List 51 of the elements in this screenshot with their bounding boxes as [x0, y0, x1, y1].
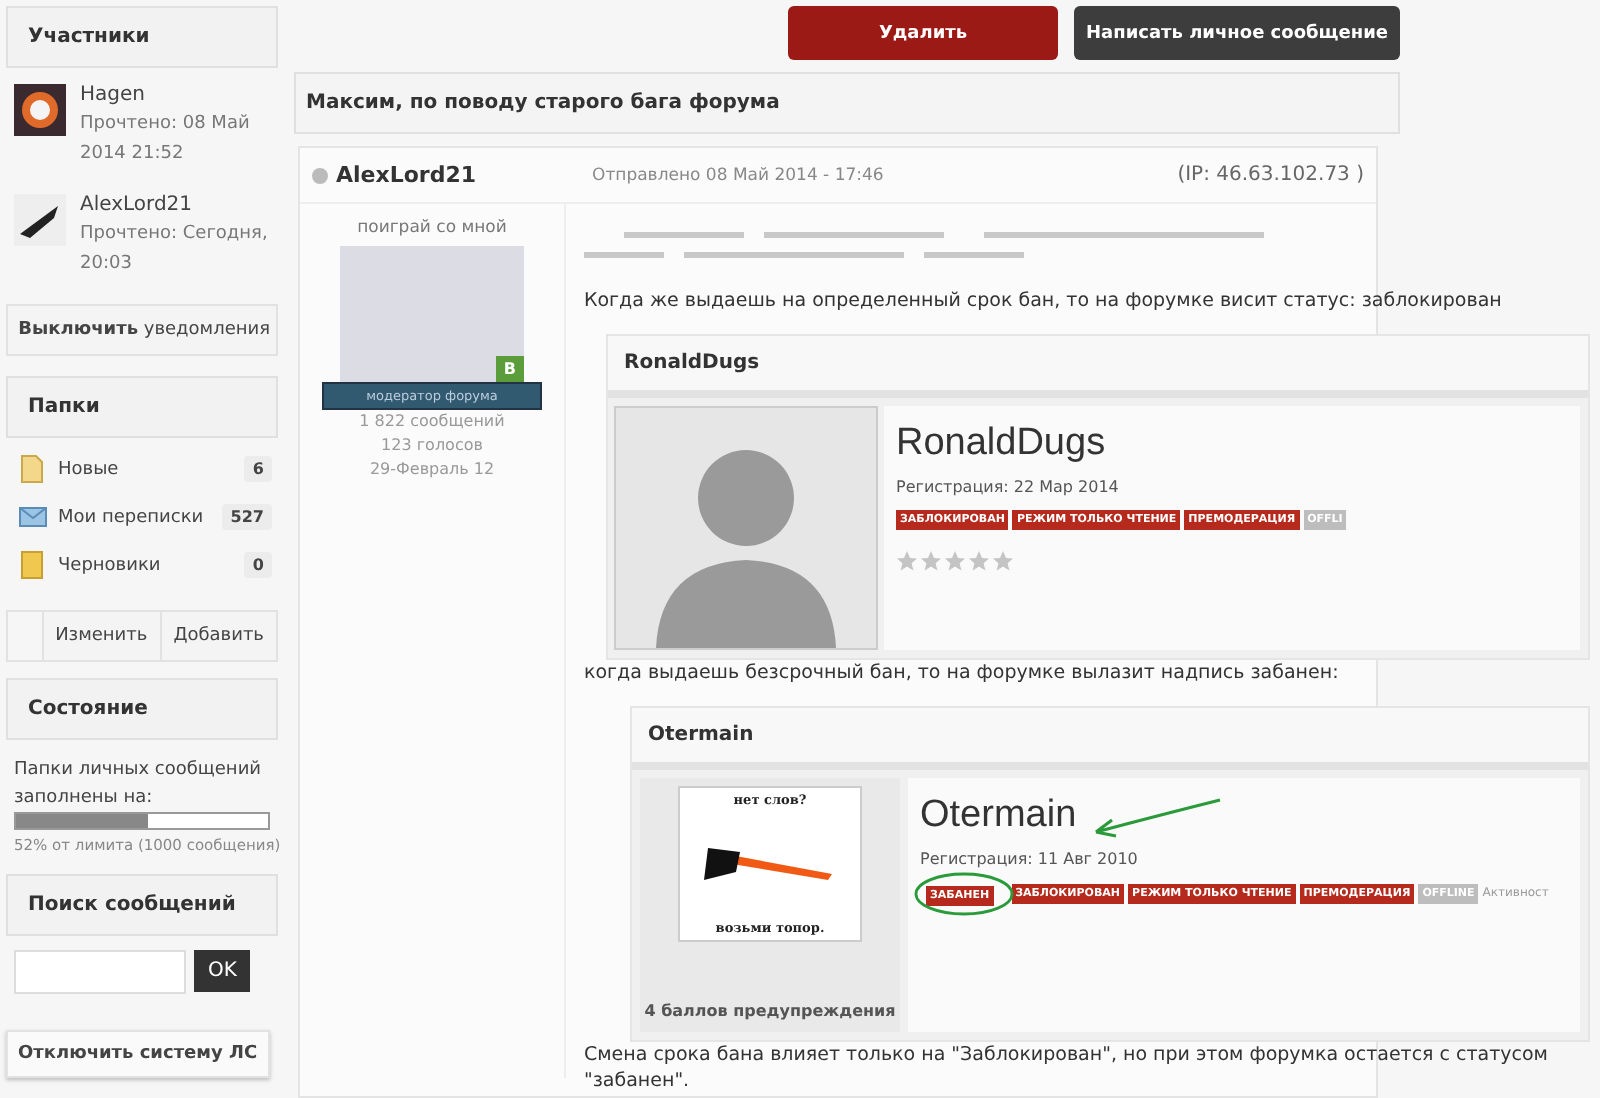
star-icon	[968, 550, 990, 572]
star-icon	[896, 550, 918, 572]
folder-link[interactable]: Мои переписки	[58, 507, 213, 527]
count-badge: 6	[244, 456, 272, 482]
group-badge: B	[495, 356, 524, 382]
section-header: Поиск сообщений	[6, 874, 278, 936]
registration-date: Регистрация: 22 Мар 2014	[896, 478, 1121, 496]
action-button[interactable]: Написать личное сообщение	[1074, 6, 1400, 60]
paragraph: когда выдаешь безсрочный бан, то на форумке вылазит надпись забанен:	[584, 660, 1341, 686]
folder-icon	[18, 454, 48, 484]
notifications-button[interactable]: Выключить уведомления	[6, 304, 278, 356]
envelope-icon	[18, 502, 48, 532]
folder-link[interactable]: Новые	[58, 459, 235, 479]
count-badge: 527	[222, 504, 272, 530]
author-name: AlexLord21	[336, 162, 479, 188]
avatar-image	[14, 194, 66, 246]
user-stat: 123 голосов	[381, 434, 483, 458]
paragraph: Когда же выдаешь на определенный срок бан, то на форумке висит статус: заблокирован	[584, 288, 1504, 314]
read-time: Прочтено: Сегодня, 20:03	[80, 222, 270, 278]
avatar-image	[14, 84, 66, 136]
read-time: Прочтено: 08 Май 2014 21:52	[80, 112, 252, 168]
search-field[interactable]	[14, 950, 186, 994]
folder-link[interactable]: Черновики	[58, 555, 235, 575]
profile-name: Otermain	[920, 794, 1077, 838]
sent-date: Отправлено 08 Май 2014 - 17:46	[592, 165, 886, 185]
warning-points: 4 баллов предупреждения	[644, 1002, 896, 1024]
topic-title: Максим, по поводу старого бага форума	[294, 72, 1400, 134]
disable-button[interactable]: Отключить систему ЛС	[6, 1030, 270, 1078]
folder-icon	[18, 550, 48, 580]
user-title: поиграй со мной	[357, 218, 507, 238]
user-stat: 29-Февраль 12	[369, 458, 495, 482]
star-icon	[992, 550, 1014, 572]
section-header: Состояние	[6, 678, 278, 740]
registration-date: Регистрация: 11 Авг 2010	[920, 850, 1140, 868]
section-header: Участники	[6, 6, 278, 68]
search-button[interactable]: OK	[194, 950, 251, 992]
section-header: Папки	[6, 376, 278, 438]
star-icon	[944, 550, 966, 572]
user-stat: 1 822 сообщений	[359, 410, 505, 434]
hand-drawn-circle-drawing	[914, 872, 1014, 916]
action-button[interactable]: Удалить	[788, 6, 1058, 60]
paragraph: Смена срока бана влияет только на "Заблокирован", но при этом форумка остается с статусом "забанен".	[584, 1042, 1550, 1094]
ip-address: (IP: 46.63.102.73 )	[1177, 164, 1364, 186]
status-text: Папки личных сообщений заполнены на:	[12, 758, 264, 812]
screenshot-header: Otermain	[632, 708, 1588, 770]
screenshot-header: RonaldDugs	[608, 336, 1588, 398]
count-badge: 0	[244, 552, 272, 578]
participant-link[interactable]: Hagen	[80, 84, 270, 106]
profile-name: RonaldDugs	[896, 422, 1106, 466]
participant-link[interactable]: AlexLord21	[80, 194, 270, 216]
star-icon	[920, 550, 942, 572]
